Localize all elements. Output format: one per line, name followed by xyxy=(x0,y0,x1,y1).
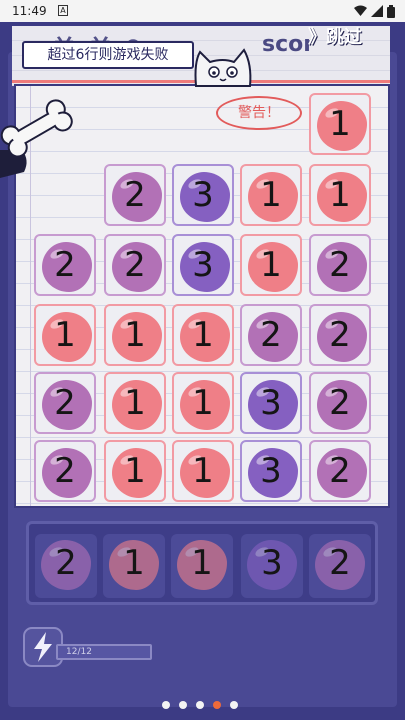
tile-number: 1 xyxy=(260,245,282,285)
board-tile[interactable]: 1 xyxy=(309,164,371,226)
tile-number: 1 xyxy=(329,104,351,144)
board-tile[interactable]: 2 xyxy=(240,304,302,366)
game-screen: 11:49 A 单 单 0 scor 超过6行则游戏失败 》跳过 xyxy=(0,0,405,720)
tray-tile: 3 xyxy=(241,534,303,598)
tile-number: 1 xyxy=(123,543,145,583)
board-tile[interactable]: 1 xyxy=(172,372,234,434)
page-dot[interactable] xyxy=(179,701,187,709)
tile-number: 1 xyxy=(192,383,214,423)
board-tile[interactable]: 1 xyxy=(172,440,234,502)
board-tile[interactable]: 1 xyxy=(104,372,166,434)
page-dot[interactable] xyxy=(162,701,170,709)
page-dot-active[interactable] xyxy=(213,701,221,709)
tile-number: 1 xyxy=(191,543,213,583)
page-indicator xyxy=(162,701,238,709)
tile-number: 3 xyxy=(192,175,214,215)
board-tile[interactable]: 1 xyxy=(240,234,302,296)
page-dot[interactable] xyxy=(196,701,204,709)
tile-number: 2 xyxy=(329,383,351,423)
board-tile[interactable]: 2 xyxy=(34,234,96,296)
tile-number: 1 xyxy=(192,451,214,491)
tile-number: 1 xyxy=(192,315,214,355)
board-tile[interactable]: 1 xyxy=(240,164,302,226)
tile-number: 2 xyxy=(260,315,282,355)
board-tile[interactable]: 2 xyxy=(34,372,96,434)
page-dot[interactable] xyxy=(230,701,238,709)
board-tile[interactable]: 1 xyxy=(104,304,166,366)
game-board: 1 2 3 1 1 2 2 3 1 2 1 1 1 2 2 2 1 1 3 2 2 1 1 3 2 xyxy=(0,0,405,720)
energy-bar: 12/12 xyxy=(56,644,152,660)
board-tile[interactable]: 3 xyxy=(240,440,302,502)
tile-number: 2 xyxy=(54,383,76,423)
tray-tile: 2 xyxy=(35,534,97,598)
board-tile[interactable]: 1 xyxy=(172,304,234,366)
board-tile[interactable]: 1 xyxy=(34,304,96,366)
energy-text: 12/12 xyxy=(66,647,92,657)
tile-number: 3 xyxy=(260,383,282,423)
tile-number: 2 xyxy=(54,451,76,491)
board-tile[interactable]: 3 xyxy=(172,234,234,296)
tile-number: 3 xyxy=(260,451,282,491)
tile-number: 2 xyxy=(55,543,77,583)
tile-number: 1 xyxy=(329,175,351,215)
board-tile[interactable]: 3 xyxy=(172,164,234,226)
tile-number: 2 xyxy=(124,245,146,285)
tray-tile: 1 xyxy=(171,534,233,598)
tile-number: 3 xyxy=(192,245,214,285)
tile-number: 1 xyxy=(124,315,146,355)
board-tile[interactable]: 2 xyxy=(104,164,166,226)
tile-number: 3 xyxy=(261,543,283,583)
board-tile[interactable]: 2 xyxy=(309,304,371,366)
board-tile[interactable]: 3 xyxy=(240,372,302,434)
tile-number: 1 xyxy=(124,451,146,491)
tile-tray: 2 1 1 3 2 xyxy=(26,521,378,605)
tile-number: 1 xyxy=(54,315,76,355)
board-tile[interactable]: 2 xyxy=(34,440,96,502)
tile-number: 2 xyxy=(54,245,76,285)
board-tile[interactable]: 2 xyxy=(309,440,371,502)
tile-number: 1 xyxy=(260,175,282,215)
tile-number: 1 xyxy=(124,383,146,423)
tile-number: 2 xyxy=(329,315,351,355)
tile-number: 2 xyxy=(329,543,351,583)
board-tile[interactable]: 1 xyxy=(309,93,371,155)
tray-tile: 2 xyxy=(309,534,371,598)
board-tile[interactable]: 2 xyxy=(104,234,166,296)
board-tile[interactable]: 1 xyxy=(104,440,166,502)
tile-number: 2 xyxy=(329,245,351,285)
tile-number: 2 xyxy=(329,451,351,491)
board-tile[interactable]: 2 xyxy=(309,234,371,296)
tray-tile: 1 xyxy=(103,534,165,598)
tile-number: 2 xyxy=(124,175,146,215)
board-tile[interactable]: 2 xyxy=(309,372,371,434)
